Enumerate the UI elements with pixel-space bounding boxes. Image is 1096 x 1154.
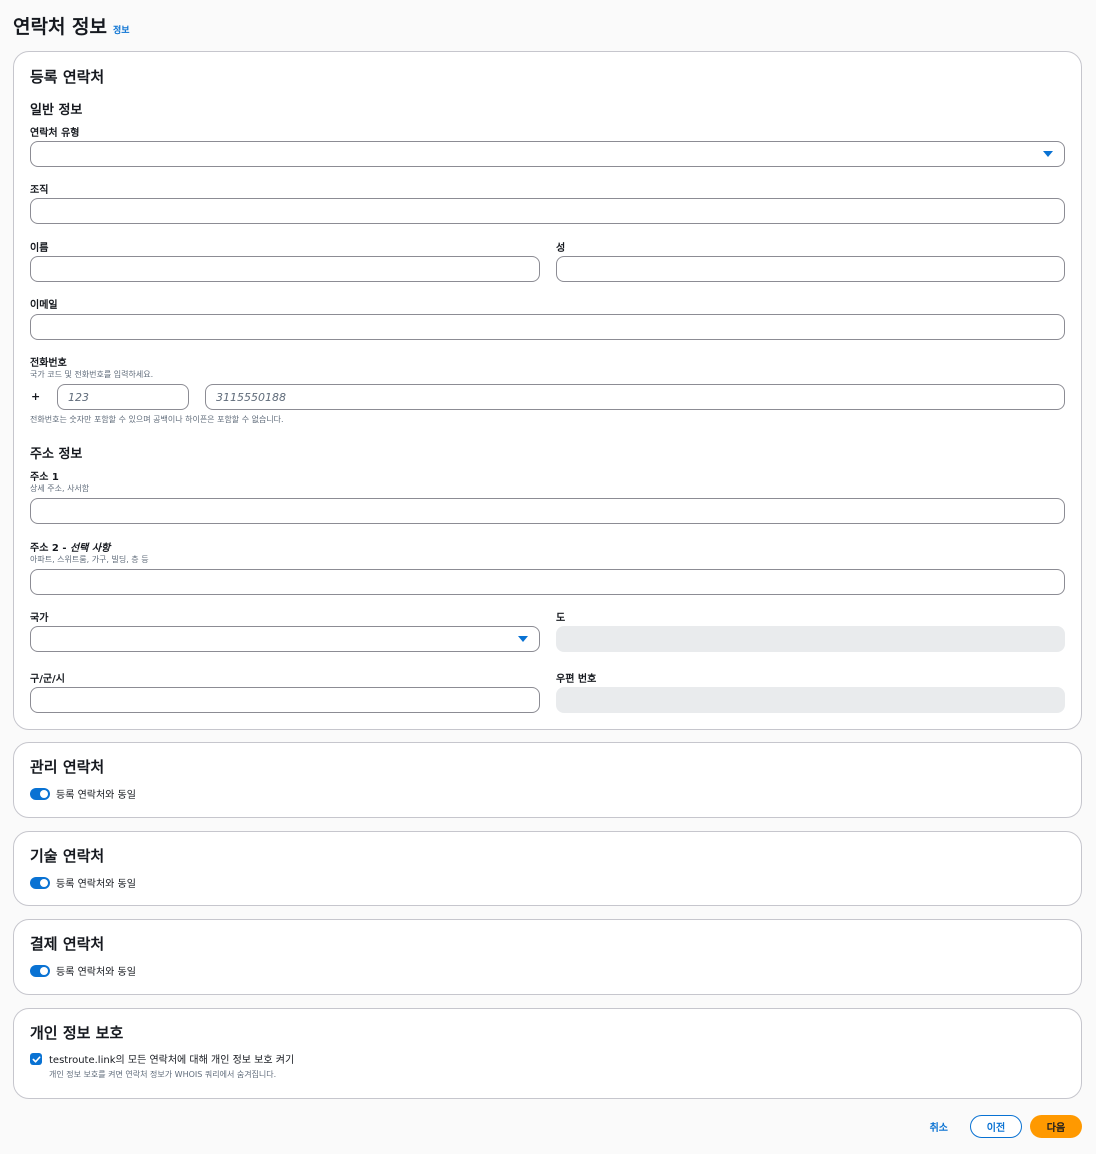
admin-same-toggle[interactable] — [30, 787, 50, 800]
city-label: 구/군/시 — [30, 674, 65, 685]
privacy-checkbox-label: testroute.link의 모든 연락처에 대해 개인 정보 보호 켜기 — [49, 1055, 295, 1066]
first-name-label: 이름 — [30, 243, 49, 254]
last-name-label: 성 — [556, 243, 566, 254]
address1-label: 주소 1 — [30, 472, 59, 483]
caret-down-icon — [1043, 151, 1053, 157]
checkmark-icon — [32, 1055, 40, 1063]
address2-label-text: 주소 2 - — [30, 543, 70, 554]
tech-contact-title: 기술 연락처 — [30, 847, 105, 865]
contact-type-label: 연락처 유형 — [30, 128, 80, 139]
phone-plus-sign: + — [31, 390, 41, 403]
email-label: 이메일 — [30, 300, 58, 311]
contact-type-select[interactable] — [30, 141, 1065, 167]
toggle-knob — [40, 789, 48, 798]
page-header: 연락처 정보 정보 — [13, 12, 130, 39]
state-label: 도 — [556, 613, 566, 624]
address1-description: 상세 주소, 사서함 — [30, 484, 90, 493]
organization-input[interactable] — [30, 198, 1065, 224]
phone-label: 전화번호 — [30, 358, 67, 369]
next-button[interactable]: 다음 — [1030, 1115, 1082, 1138]
admin-contact-title: 관리 연락처 — [30, 758, 105, 776]
toggle-knob — [40, 878, 48, 887]
billing-contact-title: 결제 연락처 — [30, 935, 105, 953]
privacy-checkbox[interactable] — [30, 1053, 42, 1065]
billing-same-label: 등록 연락처와 동일 — [56, 967, 136, 978]
address-info-heading: 주소 정보 — [30, 447, 83, 462]
tech-same-toggle-row: 등록 연락처와 동일 — [30, 875, 136, 890]
privacy-checkbox-row: testroute.link의 모든 연락처에 대해 개인 정보 보호 켜기 개… — [30, 1051, 294, 1080]
country-label: 국가 — [30, 613, 49, 624]
first-name-input[interactable] — [30, 256, 540, 282]
admin-same-label: 등록 연락처와 동일 — [56, 790, 136, 801]
privacy-checkbox-description: 개인 정보 보호를 켜면 연락처 정보가 WHOIS 쿼리에서 숨겨집니다. — [49, 1070, 277, 1079]
tech-contact-card: 기술 연락처 등록 연락처와 동일 — [13, 831, 1082, 906]
postal-code-input — [556, 687, 1065, 713]
previous-button[interactable]: 이전 — [970, 1115, 1022, 1138]
billing-same-toggle[interactable] — [30, 964, 50, 977]
caret-down-icon — [518, 636, 528, 642]
general-info-heading: 일반 정보 — [30, 103, 83, 118]
country-select[interactable] — [30, 626, 540, 652]
organization-label: 조직 — [30, 185, 49, 196]
form-footer: 취소 이전 다음 — [916, 1115, 1082, 1138]
registrant-contact-card: 등록 연락처 일반 정보 연락처 유형 조직 이름 성 이메일 전화번호 국가 … — [13, 51, 1082, 730]
phone-number-input[interactable] — [205, 384, 1065, 410]
last-name-input[interactable] — [556, 256, 1065, 282]
phone-description: 국가 코드 및 전화번호를 입력하세요. — [30, 370, 154, 379]
address2-input[interactable] — [30, 569, 1065, 595]
toggle-knob — [40, 966, 48, 975]
email-input[interactable] — [30, 314, 1065, 340]
phone-hint: 전화번호는 숫자만 포함할 수 있으며 공백이나 하이픈은 포함할 수 없습니다… — [30, 415, 284, 424]
cancel-button[interactable]: 취소 — [916, 1119, 962, 1134]
state-input — [556, 626, 1065, 652]
address2-optional-text: 선택 사항 — [69, 543, 111, 554]
billing-contact-card: 결제 연락처 등록 연락처와 동일 — [13, 919, 1082, 995]
address1-input[interactable] — [30, 498, 1065, 524]
country-code-input[interactable] — [57, 384, 189, 410]
registrant-contact-title: 등록 연락처 — [30, 68, 105, 86]
billing-same-toggle-row: 등록 연락처와 동일 — [30, 963, 136, 978]
privacy-checkbox-text: testroute.link의 모든 연락처에 대해 개인 정보 보호 켜기 개… — [49, 1051, 294, 1080]
city-input[interactable] — [30, 687, 540, 713]
postal-code-label: 우편 번호 — [556, 674, 597, 685]
privacy-card: 개인 정보 보호 testroute.link의 모든 연락처에 대해 개인 정… — [13, 1008, 1082, 1099]
tech-same-toggle[interactable] — [30, 876, 50, 889]
page-title: 연락처 정보 — [13, 16, 108, 38]
address2-description: 아파트, 스위트룸, 가구, 빌딩, 층 등 — [30, 555, 149, 564]
info-link[interactable]: 정보 — [113, 23, 130, 36]
admin-same-toggle-row: 등록 연락처와 동일 — [30, 786, 136, 801]
tech-same-label: 등록 연락처와 동일 — [56, 879, 136, 890]
address2-label: 주소 2 - 선택 사항 — [30, 539, 110, 554]
privacy-title: 개인 정보 보호 — [30, 1024, 124, 1042]
admin-contact-card: 관리 연락처 등록 연락처와 동일 — [13, 742, 1082, 818]
